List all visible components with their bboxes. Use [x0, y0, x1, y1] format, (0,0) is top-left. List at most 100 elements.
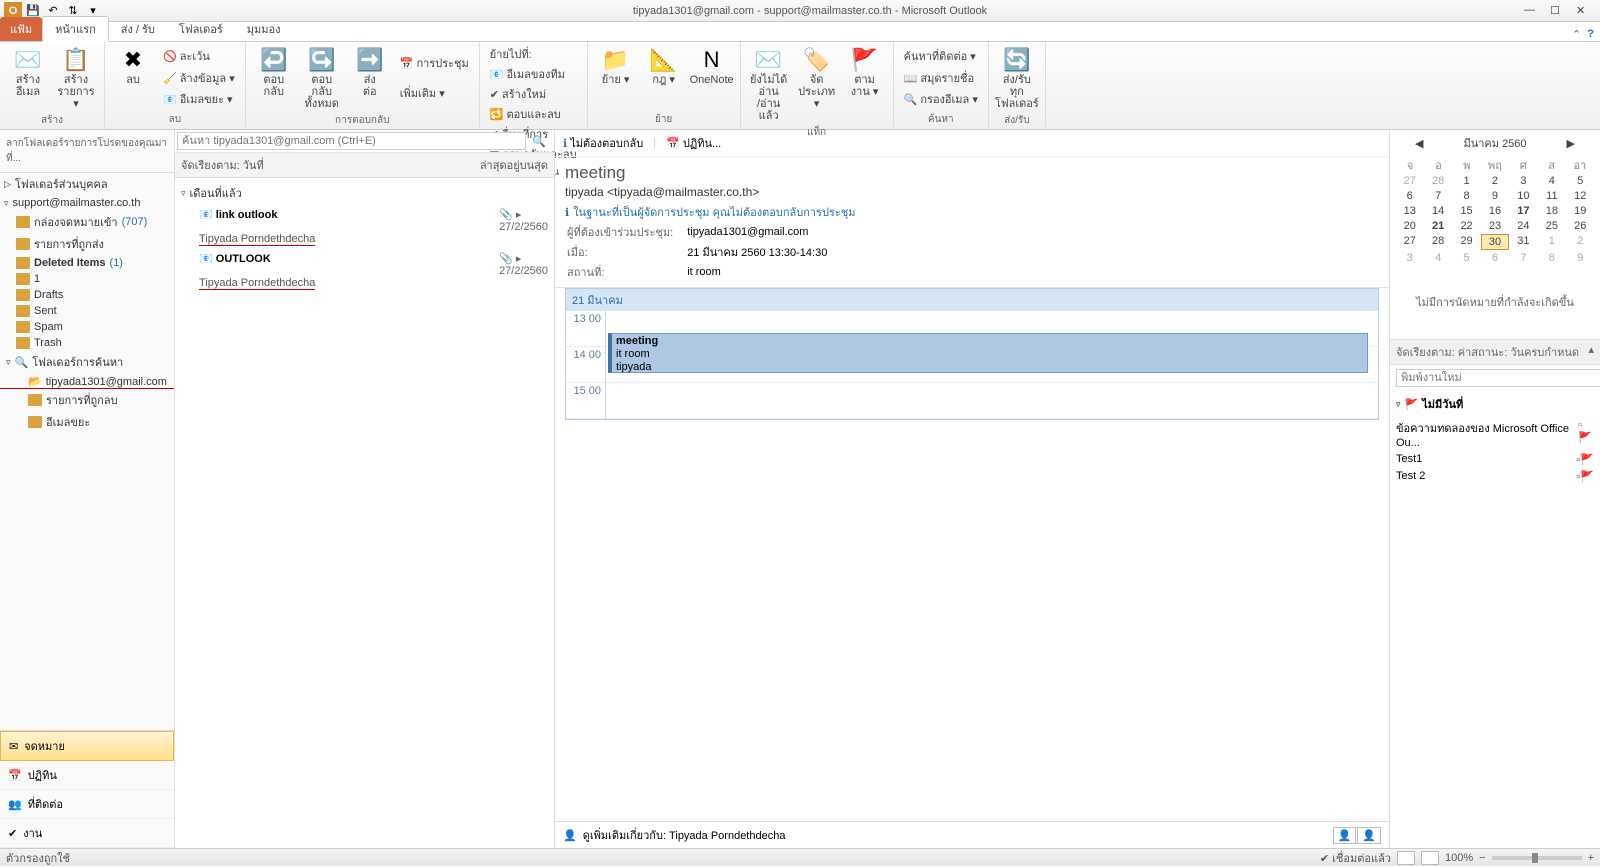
calendar-day[interactable]: 19 [1567, 204, 1594, 218]
nav-folder[interactable]: Sent [0, 303, 174, 319]
calendar-day[interactable]: 5 [1567, 174, 1594, 188]
calendar-day[interactable]: 8 [1453, 189, 1480, 203]
ribbon-button[interactable]: 🚩ตามงาน ▾ [843, 44, 887, 124]
calendar-day[interactable]: 11 [1538, 189, 1565, 203]
calendar-day[interactable]: 2 [1567, 234, 1594, 250]
minimize-button[interactable]: — [1524, 4, 1538, 17]
calendar-day[interactable]: 28 [1424, 234, 1451, 250]
view-normal-button[interactable] [1397, 851, 1415, 865]
calendar-day[interactable]: 4 [1538, 174, 1565, 188]
ribbon-small-button[interactable]: 🧹 ล้างข้อมูล ▾ [159, 68, 239, 88]
nav-module-button[interactable]: ✔งาน [0, 819, 174, 848]
ribbon-small-button[interactable]: 🔍 กรองอีเมล ▾ [900, 89, 982, 109]
calendar-day[interactable]: 7 [1424, 189, 1451, 203]
calendar-event[interactable]: meeting it room tipyada [608, 333, 1368, 373]
nav-search-folders[interactable]: ▿🔍 โฟลเดอร์การค้นหา [0, 351, 174, 373]
ribbon-button[interactable]: NOneNote [690, 44, 734, 111]
calendar-day[interactable]: 28 [1424, 174, 1451, 188]
nav-folder[interactable]: Deleted Items (1) [0, 255, 174, 271]
maximize-button[interactable]: ☐ [1550, 4, 1564, 17]
nav-deleted-folder[interactable]: รายการที่ถูกลบ [0, 389, 174, 411]
calendar-day[interactable]: 3 [1510, 174, 1537, 188]
nav-junk-folder[interactable]: อีเมลขยะ [0, 411, 174, 433]
nav-folder[interactable]: Spam [0, 319, 174, 335]
calendar-day[interactable]: 12 [1567, 189, 1594, 203]
nav-module-button[interactable]: 📅ปฏิทิน [0, 761, 174, 790]
tab-view[interactable]: มุมมอง [235, 17, 293, 41]
calendar-day[interactable]: 27 [1396, 174, 1423, 188]
ribbon-small-button[interactable]: 📖 สมุดรายชื่อ [900, 68, 982, 88]
ribbon-button[interactable]: ↩️ตอบกลับ [252, 44, 296, 112]
calendar-day[interactable]: 6 [1396, 189, 1423, 203]
ribbon-button[interactable]: 🏷️จัดประเภท ▾ [795, 44, 839, 124]
ribbon-button[interactable]: 📐กฎ ▾ [642, 44, 686, 111]
nav-gmail-folder[interactable]: 📂tipyada1301@gmail.com [0, 373, 174, 389]
calendar-day[interactable]: 26 [1567, 219, 1594, 233]
nav-folder[interactable]: กล่องจดหมายเข้า (707) [0, 211, 174, 233]
calendar-day[interactable]: 29 [1453, 234, 1480, 250]
nav-account[interactable]: ▿support@mailmaster.co.th [0, 195, 174, 211]
calendar-day[interactable]: 31 [1510, 234, 1537, 250]
ribbon-button[interactable]: 📋สร้างรายการ ▾ [54, 44, 98, 112]
calendar-day[interactable]: 20 [1396, 219, 1423, 233]
ribbon-button[interactable]: ✖ลบ [111, 44, 155, 111]
task-item[interactable]: Test 2▫🚩 [1390, 468, 1600, 485]
ribbon-button[interactable]: ↪️ตอบกลับทั้งหมด [300, 44, 344, 112]
prev-month-icon[interactable]: ◀ [1415, 137, 1423, 150]
next-month-icon[interactable]: ▶ [1567, 137, 1575, 150]
ribbon-small-button[interactable]: ค้นหาที่ติดต่อ ▾ [900, 46, 982, 66]
calendar-day[interactable]: 15 [1453, 204, 1480, 218]
nav-personal-folders[interactable]: ▷โฟลเดอร์ส่วนบุคคล [0, 173, 174, 195]
view-reading-button[interactable] [1421, 851, 1439, 865]
calendar-day[interactable]: 22 [1453, 219, 1480, 233]
nav-module-button[interactable]: 👥ที่ติดต่อ [0, 790, 174, 819]
tab-home[interactable]: หน้าแรก [42, 16, 109, 42]
ribbon-minimize-icon[interactable]: ⌃ [1572, 28, 1581, 41]
calendar-day[interactable]: 9 [1567, 251, 1594, 265]
ribbon-small-button[interactable]: ✔ สร้างใหม่ [486, 84, 581, 104]
calendar-day[interactable]: 9 [1481, 189, 1508, 203]
people-toggle-2[interactable]: 👤 [1357, 827, 1381, 844]
calendar-day[interactable]: 21 [1424, 219, 1451, 233]
ribbon-small-button[interactable]: 🔁 ตอบและลบ [486, 104, 581, 124]
calendar-day[interactable]: 27 [1396, 234, 1423, 250]
ribbon-small-button[interactable]: เพิ่มเติม ▾ [396, 83, 473, 103]
close-button[interactable]: ✕ [1576, 4, 1590, 17]
calendar-day[interactable]: 24 [1510, 219, 1537, 233]
mail-item[interactable]: 📧 link outlook📎 ▸27/2/2560Tipyada Pornde… [175, 206, 554, 250]
calendar-day[interactable]: 16 [1481, 204, 1508, 218]
ribbon-button[interactable]: ➡️ส่งต่อ [348, 44, 392, 112]
sort-header[interactable]: จัดเรียงตาม: วันที่ล่าสุดอยู่บนสุด [175, 153, 554, 178]
calendar-day[interactable]: 17 [1510, 204, 1537, 218]
calendar-day[interactable]: 2 [1481, 174, 1508, 188]
ribbon-button[interactable]: ✉️ยังไม่ได้อ่าน/อ่านแล้ว [747, 44, 791, 124]
ribbon-button[interactable]: 📁ย้าย ▾ [594, 44, 638, 111]
zoom-slider[interactable] [1492, 856, 1582, 860]
list-group-header[interactable]: ▿เดือนที่แล้ว [175, 180, 554, 206]
calendar-day[interactable]: 13 [1396, 204, 1423, 218]
calendar-day[interactable]: 1 [1538, 234, 1565, 250]
open-calendar-link[interactable]: 📅 ปฏิทิน... [666, 134, 721, 152]
tab-folder[interactable]: โฟลเดอร์ [167, 17, 235, 41]
task-item[interactable]: Test1▫🚩 [1390, 451, 1600, 468]
calendar-day[interactable]: 3 [1396, 251, 1423, 265]
nav-module-button[interactable]: ✉จดหมาย [0, 731, 174, 761]
ribbon-small-button[interactable]: ย้ายไปที่: [486, 44, 581, 64]
calendar-day[interactable]: 6 [1481, 251, 1508, 265]
calendar-day[interactable]: 23 [1481, 219, 1508, 233]
calendar-day[interactable]: 10 [1510, 189, 1537, 203]
nav-folder[interactable]: Trash [0, 335, 174, 351]
search-input[interactable] [177, 132, 526, 150]
ribbon-small-button[interactable]: 📧 อีเมลของทีม [486, 64, 581, 84]
calendar-day[interactable]: 25 [1538, 219, 1565, 233]
ribbon-small-button[interactable]: 📅 การประชุม [396, 53, 473, 73]
nav-folder[interactable]: Drafts [0, 287, 174, 303]
ribbon-button[interactable]: 🔄ส่ง/รับทุกโฟลเดอร์ [995, 44, 1039, 112]
nav-folder[interactable]: 1 [0, 271, 174, 287]
nav-folder[interactable]: รายการที่ถูกส่ง [0, 233, 174, 255]
calendar-day[interactable]: 8 [1538, 251, 1565, 265]
search-icon[interactable]: 🔍 [526, 135, 552, 148]
calendar-day[interactable]: 30 [1481, 234, 1508, 250]
zoom-out-button[interactable]: − [1479, 852, 1485, 864]
tab-file[interactable]: แฟ้ม [0, 17, 42, 41]
